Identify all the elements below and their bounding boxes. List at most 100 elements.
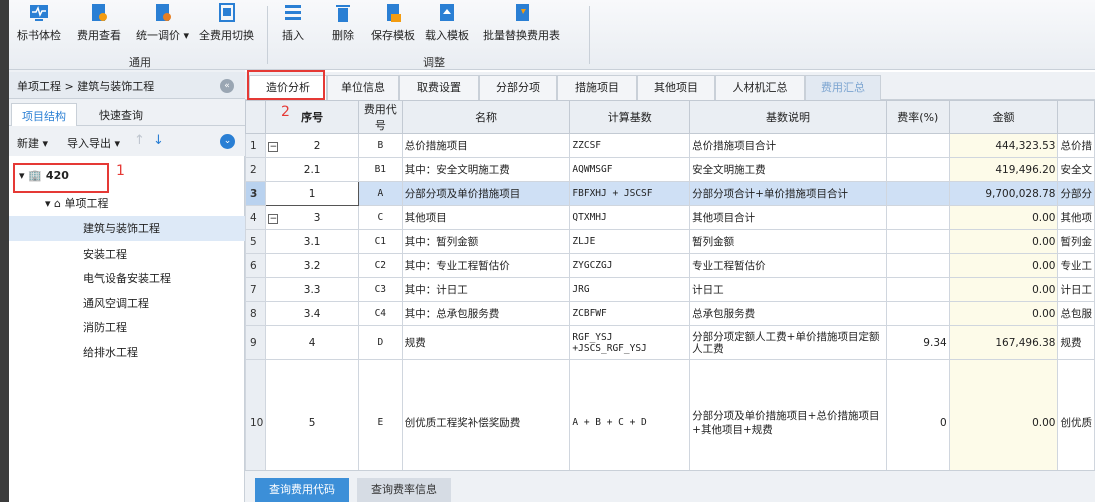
name-cell[interactable]: 总价措施项目 (401, 133, 571, 158)
insert-button[interactable]: 插入 (282, 2, 304, 43)
move-down-icon[interactable]: ↓ (153, 133, 164, 148)
rate-cell[interactable] (885, 277, 950, 302)
expand-circle-icon[interactable]: ⌄ (220, 134, 235, 149)
delete-button[interactable]: 删除 (332, 2, 354, 43)
name-cell[interactable]: 其他项目 (401, 205, 571, 230)
name-cell[interactable]: 其中：安全文明施工费 (401, 157, 571, 182)
tree-item-electrical[interactable]: 电气设备安装工程 (83, 267, 171, 291)
code-cell[interactable]: C (357, 205, 403, 230)
batch-replace-fee-table-button[interactable]: 批量替换费用表 (483, 2, 560, 43)
base-cell[interactable]: QTXMHJ (569, 205, 691, 230)
base-cell[interactable]: ZLJE (569, 229, 691, 254)
save-template-button[interactable]: 保存模板 (371, 2, 415, 43)
bid-check-button[interactable]: 标书体检 (17, 2, 61, 43)
header-base-desc[interactable]: 基数说明 (689, 100, 887, 134)
header-fee-code[interactable]: 费用代号 (357, 100, 403, 134)
tree-item-construction-decoration[interactable]: 建筑与装饰工程 (83, 217, 160, 241)
name-cell[interactable]: 其中：总承包服务费 (401, 301, 571, 326)
base-cell[interactable]: ZCBFWF (569, 301, 691, 326)
base-cell[interactable]: A + B + C + D (569, 359, 691, 486)
seq-cell[interactable]: 3.1 (265, 229, 359, 254)
header-name[interactable]: 名称 (401, 100, 571, 134)
code-cell[interactable]: B (357, 133, 403, 158)
fee-view-button[interactable]: 费用查看 (77, 2, 121, 43)
table-row[interactable]: 9 4 D 规费 RGF_YSJ +JSCS_RGF_YSJ 分部分项定额人工费… (244, 325, 1095, 360)
new-dropdown[interactable]: 新建 ▾ (17, 135, 48, 151)
name-cell[interactable]: 其中：计日工 (401, 277, 571, 302)
tab-query-fee-code[interactable]: 查询费用代码 (255, 478, 349, 502)
load-template-button[interactable]: 载入模板 (425, 2, 469, 43)
seq-cell[interactable]: 5 (265, 359, 359, 486)
code-cell[interactable]: C2 (357, 253, 403, 278)
rate-cell[interactable] (885, 181, 950, 206)
table-row[interactable]: 4 −3 C 其他项目 QTXMHJ 其他项目合计 0.00 其他项 (244, 205, 1095, 230)
tree-item-fire-protection[interactable]: 消防工程 (83, 316, 127, 340)
code-cell[interactable]: C3 (357, 277, 403, 302)
header-rate[interactable]: 费率(%) (885, 100, 950, 134)
rate-cell[interactable] (885, 133, 950, 158)
tab-project-structure[interactable]: 项目结构 (11, 103, 77, 126)
code-cell[interactable]: C1 (357, 229, 403, 254)
import-export-dropdown[interactable]: 导入导出 ▾ (67, 135, 120, 151)
table-row-selected[interactable]: 3 1 A 分部分项及单价措施项目 FBFXHJ + JSCSF 分部分项合计+… (244, 181, 1095, 206)
rate-cell[interactable]: 9.34 (885, 325, 950, 360)
tree-item-hvac[interactable]: 通风空调工程 (83, 292, 149, 316)
header-calc-base[interactable]: 计算基数 (569, 100, 691, 134)
seq-cell[interactable]: 2.1 (265, 157, 359, 182)
base-cell[interactable]: JRG (569, 277, 691, 302)
base-cell[interactable]: RGF_YSJ +JSCS_RGF_YSJ (569, 325, 691, 360)
rate-cell[interactable] (885, 205, 950, 230)
seq-cell[interactable]: 3.3 (265, 277, 359, 302)
name-cell[interactable]: 其中：专业工程暂估价 (401, 253, 571, 278)
seq-cell[interactable]: 4 (265, 325, 359, 360)
table-row[interactable]: 1 −2 B 总价措施项目 ZZCSF 总价措施项目合计 444,323.53 … (244, 133, 1095, 158)
seq-cell[interactable]: −2 (265, 133, 359, 158)
name-cell[interactable]: 规费 (401, 325, 571, 360)
tab-query-rate-info[interactable]: 查询费率信息 (357, 478, 451, 502)
rate-cell[interactable] (885, 301, 950, 326)
seq-cell[interactable]: 3.4 (265, 301, 359, 326)
seq-cell[interactable]: 3.2 (265, 253, 359, 278)
name-cell[interactable]: 分部分项及单价措施项目 (401, 181, 571, 206)
seq-cell[interactable]: −3 (265, 205, 359, 230)
tab-unit-info[interactable]: 单位信息 (327, 75, 399, 100)
table-row[interactable]: 5 3.1 C1 其中：暂列金额 ZLJE 暂列金额 0.00 暂列金 (244, 229, 1095, 254)
tab-quick-query[interactable]: 快速查询 (89, 103, 153, 126)
move-up-icon[interactable]: ↑ (134, 133, 145, 148)
collapse-panel-icon[interactable]: « (220, 79, 234, 93)
tree-item-installation[interactable]: 安装工程 (83, 243, 127, 267)
tree-node-single-project[interactable]: ▾ ⌂ 单项工程 (45, 192, 109, 216)
collapse-toggle-icon[interactable]: − (268, 141, 279, 152)
base-cell[interactable]: ZYGCZGJ (569, 253, 691, 278)
base-cell[interactable]: AQWMSGF (569, 157, 691, 182)
tab-labor-material-summary[interactable]: 人材机汇总 (715, 75, 805, 100)
tab-fee-summary[interactable]: 费用汇总 (805, 75, 881, 100)
rate-cell[interactable]: 0 (885, 359, 950, 486)
tab-other-items[interactable]: 其他项目 (637, 75, 715, 100)
full-fee-switch-button[interactable]: 全费用切换 (199, 2, 254, 43)
table-row[interactable]: 2 2.1 B1 其中：安全文明施工费 AQWMSGF 安全文明施工费 419,… (244, 157, 1095, 182)
seq-cell[interactable]: 1 (265, 181, 359, 206)
unified-price-adjust-button[interactable]: 统一调价 ▾ (136, 2, 189, 43)
code-cell[interactable]: B1 (357, 157, 403, 182)
rate-cell[interactable] (885, 253, 950, 278)
code-cell[interactable]: A (357, 181, 403, 206)
name-cell[interactable]: 创优质工程奖补偿奖励费 (401, 359, 571, 486)
code-cell[interactable]: E (357, 359, 403, 486)
header-amount[interactable]: 金额 (948, 100, 1059, 134)
tab-fee-settings[interactable]: 取费设置 (399, 75, 479, 100)
table-row[interactable]: 10 5 E 创优质工程奖补偿奖励费 A + B + C + D 分部分项及单价… (244, 359, 1095, 486)
table-row[interactable]: 6 3.2 C2 其中：专业工程暂估价 ZYGCZGJ 专业工程暂估价 0.00… (244, 253, 1095, 278)
rate-cell[interactable] (885, 229, 950, 254)
tab-measures[interactable]: 措施项目 (557, 75, 637, 100)
rate-cell[interactable] (885, 157, 950, 182)
table-row[interactable]: 7 3.3 C3 其中：计日工 JRG 计日工 0.00 计日工 (244, 277, 1095, 302)
tab-sub-items[interactable]: 分部分项 (479, 75, 557, 100)
code-cell[interactable]: C4 (357, 301, 403, 326)
name-cell[interactable]: 其中：暂列金额 (401, 229, 571, 254)
base-cell[interactable]: ZZCSF (569, 133, 691, 158)
code-cell[interactable]: D (357, 325, 403, 360)
table-row[interactable]: 8 3.4 C4 其中：总承包服务费 ZCBFWF 总承包服务费 0.00 总包… (244, 301, 1095, 326)
header-seq[interactable]: 序号 (265, 100, 359, 134)
tree-item-water-drainage[interactable]: 给排水工程 (83, 341, 138, 365)
